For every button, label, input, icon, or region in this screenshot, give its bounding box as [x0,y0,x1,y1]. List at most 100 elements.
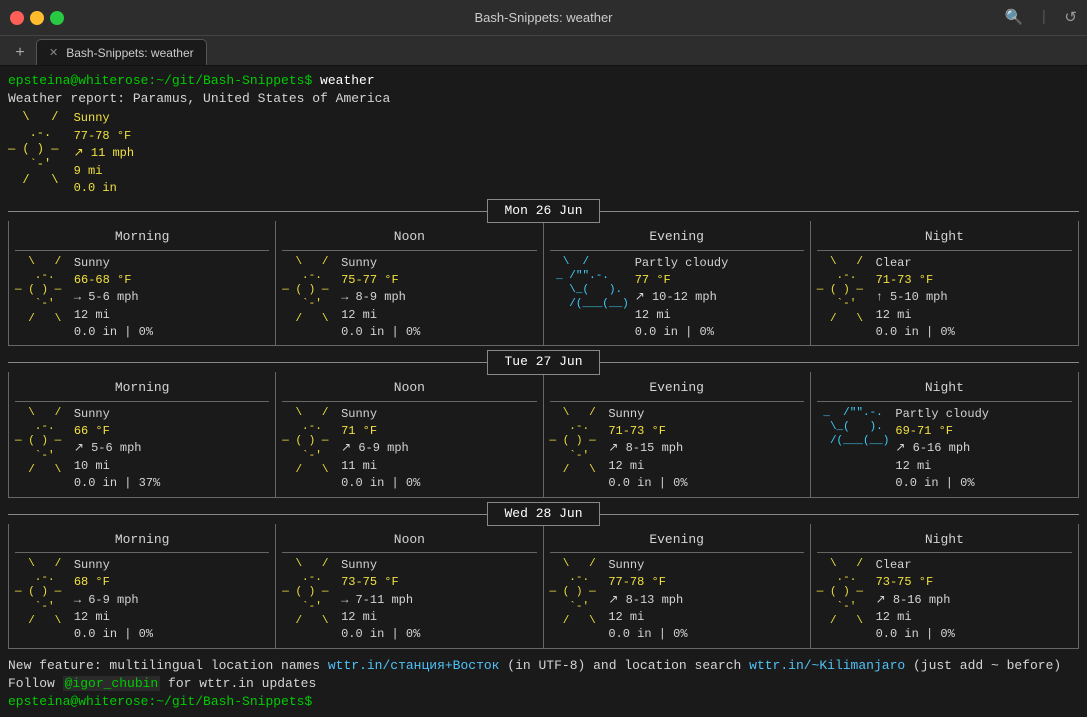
maximize-button[interactable]: + [50,11,64,25]
icon-mon-night: \ / .-. ― ( ) ― `-' / \ [817,255,870,342]
weather-body-tue-night: _ /"".-. \_( ). /(___(__) Partly cloudy … [817,406,1072,493]
col-header-wed-evening: Evening [550,528,804,553]
icon-mon-morning: \ / .-. ― ( ) ― `-' / \ [15,255,68,342]
weather-body-mon-morning: \ / .-. ― ( ) ― `-' / \ Sunny 66-68 °F →… [15,255,269,342]
traffic-lights[interactable]: ✕ − + [10,11,64,25]
col-header-wed-noon: Noon [282,528,536,553]
titlebar-icons: 🔍 | ↺ [1005,8,1077,27]
icon-tue-evening: \ / .-. ― ( ) ― `-' / \ [550,406,603,493]
col-header-tue-noon: Noon [282,376,536,401]
data-tue-morning: Sunny 66 °F ↗ 5-6 mph 10 mi 0.0 in | 37% [74,406,160,493]
weather-body-mon-night: \ / .-. ― ( ) ― `-' / \ Clear 71-73 °F ↑… [817,255,1072,342]
col-wed-night: Night \ / .-. ― ( ) ― `-' / \ Clear 73-7… [811,524,1078,648]
follow-line: Follow @igor_chubin for wttr.in updates [8,675,1079,693]
data-wed-night: Clear 73-75 °F ↗ 8-16 mph 12 mi 0.0 in |… [876,557,955,644]
col-tue-noon: Noon \ / .-. ― ( ) ― `-' / \ Sunny 71 °F… [276,372,543,496]
close-button[interactable]: ✕ [10,11,24,25]
new-feature-mid: (in UTF-8) and location search [500,658,750,673]
icon-wed-night: \ / .-. ― ( ) ― `-' / \ [817,557,870,644]
day-label-mon: Mon 26 Jun [487,199,599,223]
col-wed-noon: Noon \ / .-. ― ( ) ― `-' / \ Sunny 73-75… [276,524,543,648]
final-prompt: epsteina@whiterose:~/git/Bash-Snippets$ [8,694,312,709]
new-tab-button[interactable]: + [8,41,32,65]
tab-label: Bash-Snippets: weather [66,46,193,60]
icon-wed-noon: \ / .-. ― ( ) ― `-' / \ [282,557,335,644]
current-icon: \ / .-. ― ( ) ― `-' / \ [8,110,66,197]
data-mon-evening: Partly cloudy 77 °F ↗ 10-12 mph 12 mi 0.… [635,255,729,342]
col-tue-night: Night _ /"".-. \_( ). /(___(__) Partly c… [811,372,1078,496]
link-station[interactable]: wttr.in/станция+Восток [328,658,500,673]
weather-grid-tue: Morning \ / .-. ― ( ) ― `-' / \ Sunny 66… [8,372,1079,497]
weather-body-wed-night: \ / .-. ― ( ) ― `-' / \ Clear 73-75 °F ↗… [817,557,1072,644]
day-label-wed: Wed 28 Jun [487,502,599,526]
current-vis: 9 mi [74,163,134,180]
data-mon-morning: Sunny 66-68 °F → 5-6 mph 12 mi 0.0 in | … [74,255,153,342]
data-wed-evening: Sunny 77-78 °F ↗ 8-13 mph 12 mi 0.0 in |… [608,557,687,644]
data-mon-night: Clear 71-73 °F ↑ 5-10 mph 12 mi 0.0 in |… [876,255,955,342]
day-section-tue: Tue 27 Jun Morning \ / .-. ― ( ) ― `-' /… [8,352,1079,497]
col-header-mon-night: Night [817,225,1072,250]
col-header-mon-morning: Morning [15,225,269,250]
follow-suffix: for wttr.in updates [160,676,316,691]
weather-body-mon-noon: \ / .-. ― ( ) ― `-' / \ Sunny 75-77 °F →… [282,255,536,342]
day-header-row-tue: Tue 27 Jun [8,352,1079,372]
search-icon[interactable]: 🔍 [1005,8,1024,27]
icon-mon-noon: \ / .-. ― ( ) ― `-' / \ [282,255,335,342]
current-wind: ↗ 11 mph [74,145,134,162]
weather-grid-mon: Morning \ / .-. ― ( ) ― `-' / \ Sunny 66… [8,221,1079,346]
data-wed-morning: Sunny 68 °F → 6-9 mph 12 mi 0.0 in | 0% [74,557,153,644]
final-prompt-line: epsteina@whiterose:~/git/Bash-Snippets$ [8,693,1079,711]
twitter-handle[interactable]: @igor_chubin [63,676,161,691]
weather-body-wed-evening: \ / .-. ― ( ) ― `-' / \ Sunny 77-78 °F ↗… [550,557,804,644]
titlebar: ✕ − + Bash-Snippets: weather 🔍 | ↺ [0,0,1087,36]
tab-close-icon[interactable]: ✕ [49,46,58,59]
divider-icon: | [1039,9,1048,26]
col-header-wed-morning: Morning [15,528,269,553]
weather-body-tue-morning: \ / .-. ― ( ) ― `-' / \ Sunny 66 °F ↗ 5-… [15,406,269,493]
follow-prefix: Follow [8,676,63,691]
data-mon-noon: Sunny 75-77 °F → 8-9 mph 12 mi 0.0 in | … [341,255,420,342]
minimize-button[interactable]: − [30,11,44,25]
col-header-tue-evening: Evening [550,376,804,401]
col-mon-evening: Evening \ / _ /"".-. \_( ). /(___(__) Pa… [544,221,811,345]
weather-report-line: Weather report: Paramus, United States o… [8,90,1079,108]
icon-mon-evening: \ / _ /"".-. \_( ). /(___(__) [550,255,629,342]
new-feature-line: New feature: multilingual location names… [8,657,1079,675]
terminal-body: epsteina@whiterose:~/git/Bash-Snippets$ … [0,66,1087,717]
current-weather: \ / .-. ― ( ) ― `-' / \ Sunny 77-78 °F ↗… [8,110,1079,197]
history-icon[interactable]: ↺ [1064,8,1077,27]
day-section-wed: Wed 28 Jun Morning \ / .-. ― ( ) ― `-' /… [8,504,1079,649]
col-header-mon-evening: Evening [550,225,804,250]
current-desc: Sunny [74,110,134,127]
new-feature-suffix: (just add ~ before) [905,658,1061,673]
col-mon-night: Night \ / .-. ― ( ) ― `-' / \ Clear 71-7… [811,221,1078,345]
data-tue-noon: Sunny 71 °F ↗ 6-9 mph 11 mi 0.0 in | 0% [341,406,420,493]
data-wed-noon: Sunny 73-75 °F → 7-11 mph 12 mi 0.0 in |… [341,557,420,644]
current-rain: 0.0 in [74,180,134,197]
col-mon-noon: Noon \ / .-. ― ( ) ― `-' / \ Sunny 75-77… [276,221,543,345]
link-kilimanjaro[interactable]: wttr.in/~Kilimanjaro [749,658,905,673]
weather-body-tue-noon: \ / .-. ― ( ) ― `-' / \ Sunny 71 °F ↗ 6-… [282,406,536,493]
weather-body-wed-morning: \ / .-. ― ( ) ― `-' / \ Sunny 68 °F → 6-… [15,557,269,644]
col-mon-morning: Morning \ / .-. ― ( ) ― `-' / \ Sunny 66… [9,221,276,345]
weather-grid-wed: Morning \ / .-. ― ( ) ― `-' / \ Sunny 68… [8,524,1079,649]
weather-body-wed-noon: \ / .-. ― ( ) ― `-' / \ Sunny 73-75 °F →… [282,557,536,644]
data-tue-night: Partly cloudy 69-71 °F ↗ 6-16 mph 12 mi … [895,406,989,493]
icon-wed-evening: \ / .-. ― ( ) ― `-' / \ [550,557,603,644]
tabbar: + ✕ Bash-Snippets: weather [0,36,1087,66]
tab-bash-snippets[interactable]: ✕ Bash-Snippets: weather [36,39,207,65]
bottom-section: New feature: multilingual location names… [8,657,1079,712]
window-title: Bash-Snippets: weather [474,10,612,25]
cmd-line-1: epsteina@whiterose:~/git/Bash-Snippets$ … [8,72,1079,90]
icon-tue-night: _ /"".-. \_( ). /(___(__) [817,406,890,493]
icon-tue-noon: \ / .-. ― ( ) ― `-' / \ [282,406,335,493]
col-header-tue-morning: Morning [15,376,269,401]
weather-body-tue-evening: \ / .-. ― ( ) ― `-' / \ Sunny 71-73 °F ↗… [550,406,804,493]
day-header-row-mon: Mon 26 Jun [8,201,1079,221]
icon-tue-morning: \ / .-. ― ( ) ― `-' / \ [15,406,68,493]
day-header-row-wed: Wed 28 Jun [8,504,1079,524]
col-header-tue-night: Night [817,376,1072,401]
day-section-mon: Mon 26 Jun Morning \ / .-. ― ( ) ― `-' /… [8,201,1079,346]
cmd-1: weather [312,73,374,88]
prompt-1: epsteina@whiterose:~/git/Bash-Snippets$ [8,73,312,88]
